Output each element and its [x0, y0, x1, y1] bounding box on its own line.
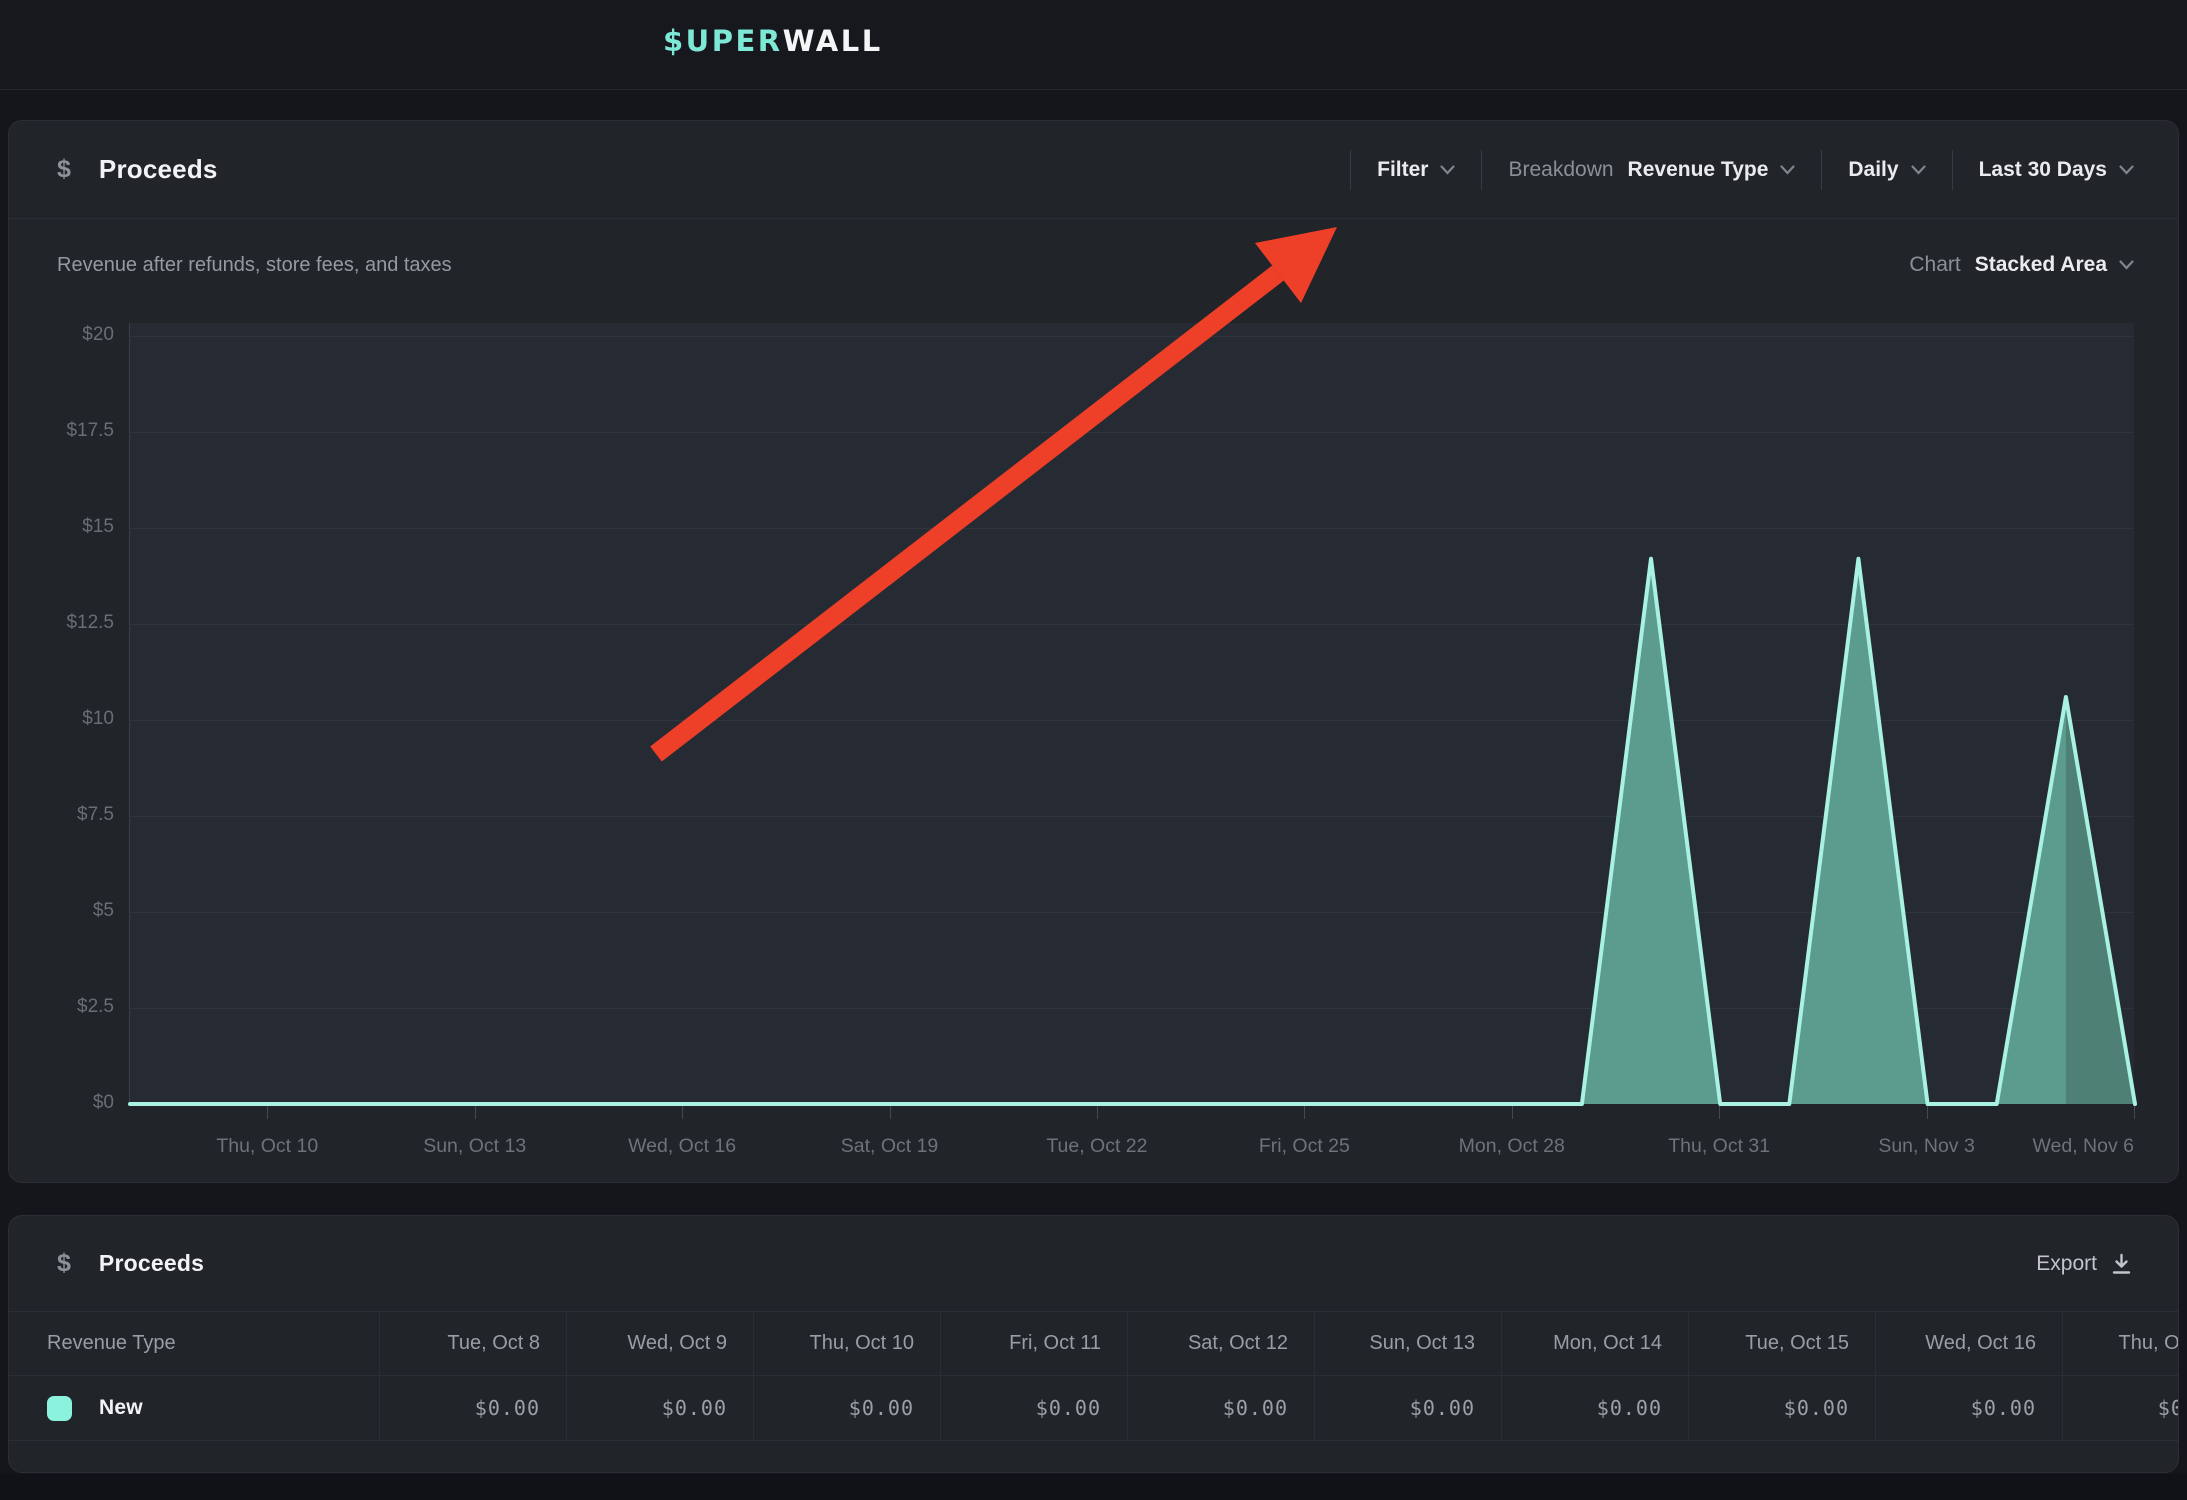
logo-accent: $UPER: [663, 24, 783, 58]
x-axis-tick-label: Thu, Oct 10: [216, 1135, 318, 1158]
chevron-down-icon: [1440, 165, 1455, 175]
y-axis-tick-label: $0: [19, 1092, 114, 1114]
y-axis-tick-label: $17.5: [19, 420, 114, 442]
chevron-down-icon: [1780, 165, 1795, 175]
chart-sub-row: Revenue after refunds, store fees, and t…: [9, 219, 2178, 277]
chart-type-value: Stacked Area: [1975, 253, 2107, 277]
value-cell: $0.00: [1688, 1376, 1875, 1440]
value-cell: $0.00: [1875, 1376, 2062, 1440]
x-axis-tick: [1927, 1106, 1928, 1119]
x-axis-tick-label: Fri, Oct 25: [1259, 1135, 1350, 1158]
x-axis-tick: [1304, 1106, 1305, 1119]
dollar-icon: $: [57, 1249, 71, 1278]
table-header-row: Revenue TypeTue, Oct 8Wed, Oct 9Thu, Oct…: [9, 1311, 2178, 1376]
chart-card-title: Proceeds: [99, 154, 218, 185]
y-axis-tick-label: $15: [19, 516, 114, 538]
row-label-cell: New: [9, 1376, 379, 1440]
proceeds-table-card: $ Proceeds Export Revenue TypeTue, Oct 8…: [8, 1215, 2179, 1473]
chart-type-dropdown[interactable]: Chart Stacked Area: [1909, 253, 2134, 277]
value-cell: $0.00: [1314, 1376, 1501, 1440]
value-cell: $0.00: [940, 1376, 1127, 1440]
value-cell: $0.00: [1501, 1376, 1688, 1440]
column-header-date: Thu, Oct 17: [2062, 1312, 2179, 1375]
row-label: New: [99, 1396, 143, 1420]
logo-rest: WALL: [783, 24, 883, 58]
x-axis-tick-label: Thu, Oct 31: [1668, 1135, 1770, 1158]
column-header-date: Mon, Oct 14: [1501, 1312, 1688, 1375]
column-header-date: Wed, Oct 9: [566, 1312, 753, 1375]
x-axis-tick: [267, 1106, 268, 1119]
column-header-date: Sat, Oct 12: [1127, 1312, 1314, 1375]
proceeds-chart-card: $ Proceeds Filter Breakdown Revenue Type…: [8, 120, 2179, 1183]
date-range-dropdown[interactable]: Last 30 Days: [1953, 158, 2134, 182]
chart-controls: Filter Breakdown Revenue Type Daily Last…: [1350, 150, 2134, 190]
x-axis-tick-label: Wed, Oct 16: [628, 1135, 736, 1158]
x-axis-tick: [890, 1106, 891, 1119]
chart-card-header: $ Proceeds Filter Breakdown Revenue Type…: [9, 121, 2178, 219]
column-header-date: Wed, Oct 16: [1875, 1312, 2062, 1375]
export-label: Export: [2036, 1252, 2097, 1276]
x-axis-tick-label: Sat, Oct 19: [841, 1135, 939, 1158]
value-cell: $0.00: [379, 1376, 566, 1440]
value-cell: $0.00: [566, 1376, 753, 1440]
column-header-date: Fri, Oct 11: [940, 1312, 1127, 1375]
x-axis-tick-label: Wed, Nov 6: [2032, 1135, 2134, 1158]
x-axis-tick: [2134, 1106, 2135, 1119]
granularity-value: Daily: [1848, 158, 1898, 182]
y-axis-tick-label: $5: [19, 900, 114, 922]
granularity-dropdown[interactable]: Daily: [1822, 158, 1951, 182]
series-swatch: [47, 1396, 72, 1421]
x-axis-tick: [1719, 1106, 1720, 1119]
column-header-date: Sun, Oct 13: [1314, 1312, 1501, 1375]
download-icon: [2111, 1253, 2132, 1275]
topbar: $UPERWALL: [0, 0, 2187, 90]
y-axis-tick-label: $12.5: [19, 612, 114, 634]
chart-type-label: Chart: [1909, 253, 1960, 277]
x-axis-tick: [475, 1106, 476, 1119]
y-axis-tick-label: $7.5: [19, 804, 114, 826]
x-axis-tick: [1097, 1106, 1098, 1119]
export-button[interactable]: Export: [2036, 1252, 2132, 1276]
value-cell: $0.00: [1127, 1376, 1314, 1440]
chart-plot-area[interactable]: [129, 323, 2134, 1104]
column-header-date: Tue, Oct 8: [379, 1312, 566, 1375]
column-header-date: Tue, Oct 15: [1688, 1312, 1875, 1375]
value-cell: $0.00: [2062, 1376, 2179, 1440]
bottom-strip: [0, 1474, 2187, 1500]
value-cell: $0.00: [753, 1376, 940, 1440]
y-axis-tick-label: $2.5: [19, 996, 114, 1018]
chevron-down-icon: [2119, 165, 2134, 175]
date-range-value: Last 30 Days: [1979, 158, 2107, 182]
x-axis-tick-label: Tue, Oct 22: [1046, 1135, 1147, 1158]
filter-dropdown[interactable]: Filter: [1351, 158, 1481, 182]
x-axis-tick-label: Sun, Nov 3: [1878, 1135, 1974, 1158]
x-axis-tick-label: Sun, Oct 13: [423, 1135, 526, 1158]
y-axis-tick-label: $10: [19, 708, 114, 730]
breakdown-label: Breakdown: [1508, 158, 1613, 182]
table-card-header: $ Proceeds Export: [9, 1216, 2178, 1311]
chart-subtitle: Revenue after refunds, store fees, and t…: [57, 254, 452, 277]
table-row: New$0.00$0.00$0.00$0.00$0.00$0.00$0.00$0…: [9, 1376, 2178, 1441]
chevron-down-icon: [2119, 260, 2134, 270]
chevron-down-icon: [1911, 165, 1926, 175]
x-axis-tick-label: Mon, Oct 28: [1459, 1135, 1565, 1158]
superwall-logo[interactable]: $UPERWALL: [663, 24, 883, 58]
x-axis-tick: [682, 1106, 683, 1119]
column-header-revenue-type: Revenue Type: [9, 1312, 379, 1375]
column-header-date: Thu, Oct 10: [753, 1312, 940, 1375]
breakdown-dropdown[interactable]: Breakdown Revenue Type: [1482, 158, 1821, 182]
breakdown-value: Revenue Type: [1628, 158, 1769, 182]
dollar-icon: $: [57, 155, 71, 184]
table-card-title: Proceeds: [99, 1250, 204, 1277]
y-axis-tick-label: $20: [19, 324, 114, 346]
filter-label: Filter: [1377, 158, 1428, 182]
x-axis-tick: [1512, 1106, 1513, 1119]
area-series: [130, 323, 2135, 1104]
